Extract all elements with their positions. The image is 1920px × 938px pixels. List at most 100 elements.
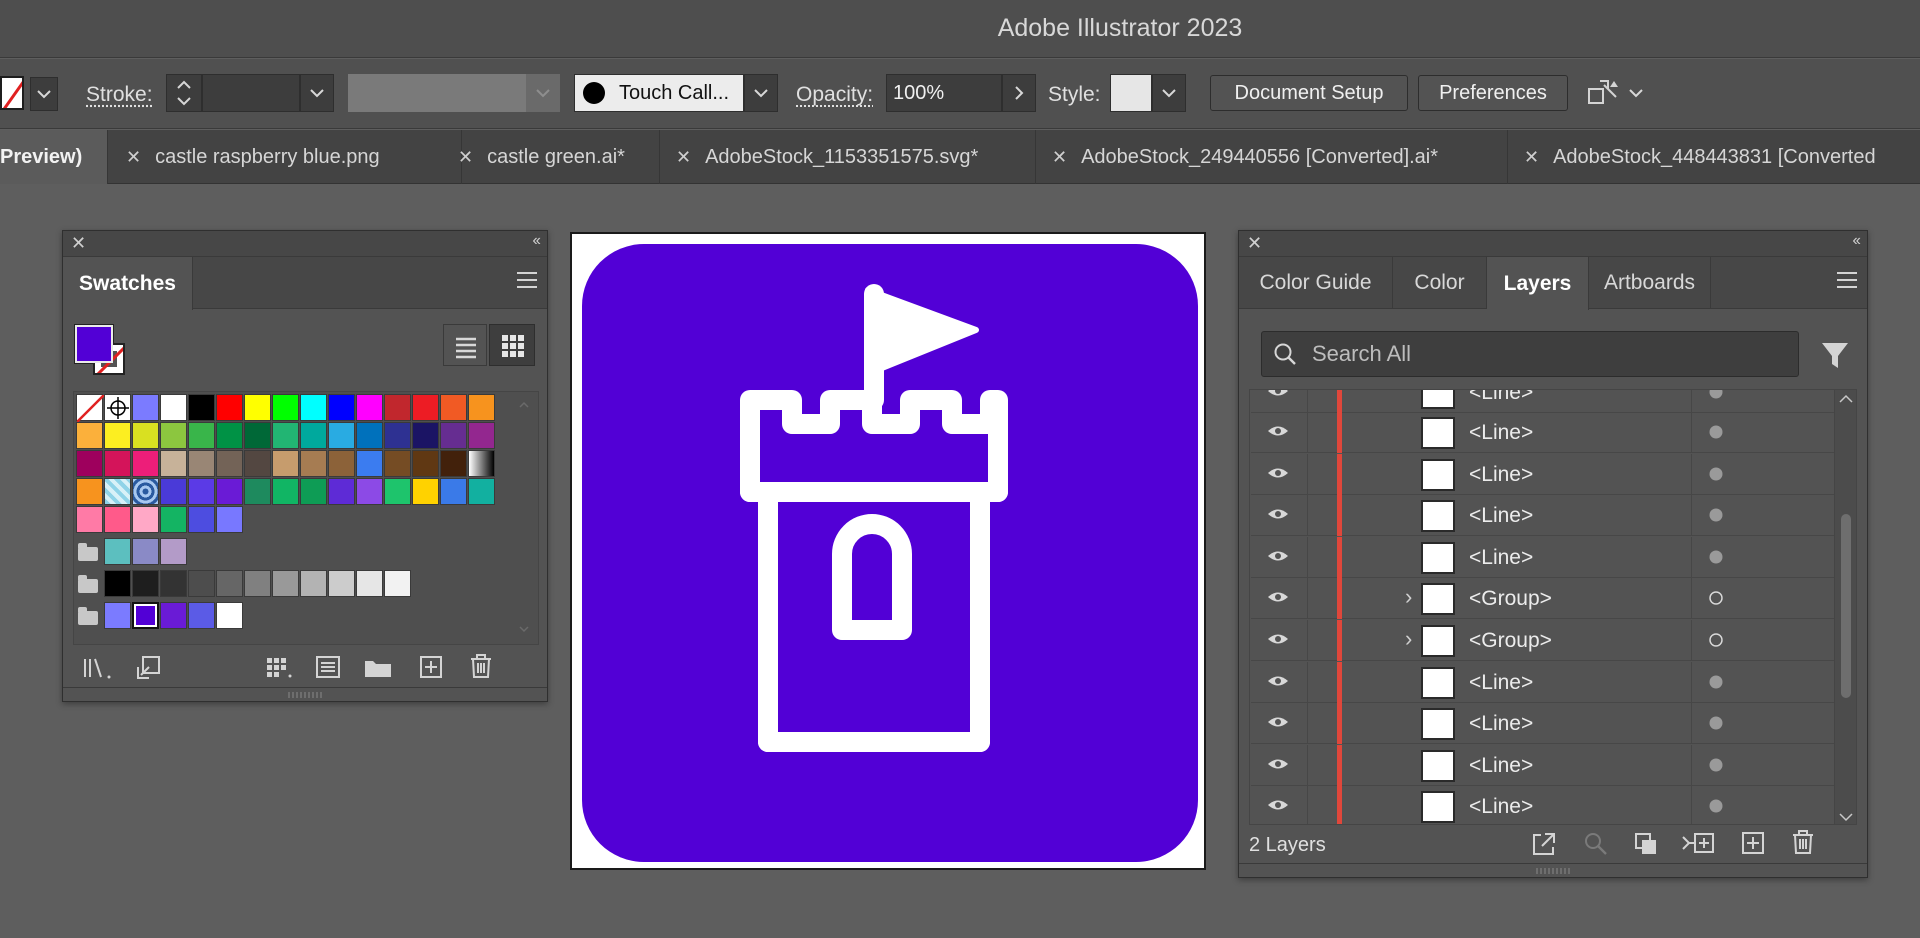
collapse-panel-icon[interactable]: ‹‹ [1852,232,1861,250]
swatch[interactable] [244,450,271,477]
swatch-options-icon[interactable] [315,655,341,679]
swatch[interactable] [160,394,187,421]
stroke-none-swatch[interactable] [0,76,24,110]
layer-name[interactable]: <Line> [1469,504,1533,528]
swatch[interactable] [244,570,271,597]
close-icon[interactable]: ✕ [676,147,691,168]
tab-swatches[interactable]: Swatches [63,257,193,310]
eye-icon[interactable] [1267,798,1289,812]
target-circle-icon[interactable] [1709,633,1723,647]
swatch[interactable] [244,478,271,505]
swatch[interactable] [216,478,243,505]
arrange-documents-dropdown[interactable] [1626,83,1646,103]
layer-row[interactable]: <Line> [1251,536,1835,578]
color-group-folder-icon[interactable] [78,543,98,561]
eye-icon[interactable] [1267,590,1289,604]
swatch[interactable] [216,506,243,533]
close-icon[interactable]: ✕ [458,147,473,168]
layer-row-partial[interactable]: <Line> [1251,389,1835,413]
swatch[interactable] [160,570,187,597]
swatch[interactable] [272,450,299,477]
swatch[interactable] [328,450,355,477]
swatch[interactable] [188,602,215,629]
target-circle-icon[interactable] [1709,389,1723,399]
swatch[interactable] [384,570,411,597]
swatch[interactable] [216,394,243,421]
layers-search-field[interactable]: Search All [1261,331,1799,377]
swatch[interactable] [328,570,355,597]
panel-menu-icon[interactable] [517,272,537,293]
eye-icon[interactable] [1267,674,1289,688]
eye-icon[interactable] [1267,549,1289,563]
stroke-weight-stepper[interactable] [166,74,202,112]
chevron-right-icon[interactable]: › [1405,626,1412,652]
close-icon[interactable]: ✕ [71,233,86,254]
tab-current-document[interactable]: Preview) [0,130,108,184]
tab-castle-raspberry-blue[interactable]: ✕ castle raspberry blue.png [110,130,462,184]
swatch[interactable] [132,422,159,449]
opacity-input[interactable]: 100% [886,74,1002,112]
color-group-folder-icon[interactable] [78,575,98,593]
new-sublayer-icon[interactable] [1681,831,1715,857]
swatch[interactable] [132,506,159,533]
eye-icon[interactable] [1267,715,1289,729]
swatch[interactable] [440,478,467,505]
brush-dropdown[interactable] [744,74,778,112]
swatch[interactable] [468,478,495,505]
new-swatch-icon[interactable] [419,655,443,679]
document-setup-button[interactable]: Document Setup [1210,75,1408,111]
swatch[interactable] [356,422,383,449]
layer-row[interactable]: <Line> [1251,453,1835,495]
swatch[interactable] [76,478,103,505]
swatch[interactable] [160,602,187,629]
swatch[interactable] [328,422,355,449]
panel-resize-grip[interactable] [1239,863,1867,877]
swatch[interactable] [356,450,383,477]
fill-swatch-indicator-front[interactable] [75,325,113,363]
tab-castle-green[interactable]: ✕ castle green.ai* [442,130,660,184]
swatch-pattern[interactable] [132,478,159,505]
swatch[interactable] [104,570,131,597]
target-circle-icon[interactable] [1709,675,1723,689]
opacity-expand-button[interactable] [1002,74,1036,112]
layer-row[interactable]: › <Group> [1251,578,1835,620]
new-color-group-icon[interactable] [363,655,393,679]
swatch[interactable] [412,450,439,477]
target-circle-icon[interactable] [1709,591,1723,606]
collapse-panel-icon[interactable]: ‹‹ [532,232,541,250]
swatch[interactable] [468,422,495,449]
trash-icon[interactable] [469,653,493,679]
layer-row[interactable]: <Line> [1251,744,1835,786]
layer-name[interactable]: <Group> [1469,629,1552,653]
artboard[interactable] [570,232,1206,870]
layer-row[interactable]: <Line> [1251,412,1835,453]
tab-layers[interactable]: Layers [1487,257,1589,310]
brush-definition[interactable]: Touch Call... [574,74,744,112]
layer-row[interactable]: <Line> [1251,703,1835,745]
swatch[interactable] [356,394,383,421]
filter-icon[interactable] [1821,341,1849,371]
swatch[interactable] [384,422,411,449]
arrange-documents-icon[interactable] [1586,77,1622,111]
graphic-style-dropdown[interactable] [1152,74,1186,112]
swatch[interactable] [328,478,355,505]
opacity-label[interactable]: Opacity: [796,83,873,107]
swatch[interactable] [272,570,299,597]
eye-icon[interactable] [1267,389,1289,398]
layers-scrollbar[interactable] [1834,390,1856,824]
swatch[interactable] [384,394,411,421]
layer-name[interactable]: <Line> [1469,421,1533,445]
list-view-button[interactable] [443,324,487,366]
eye-icon[interactable] [1267,632,1289,646]
preferences-button[interactable]: Preferences [1418,75,1568,111]
swatch[interactable] [272,394,299,421]
swatch[interactable] [272,422,299,449]
swatch[interactable] [160,478,187,505]
swatch[interactable] [104,422,131,449]
swatch[interactable] [188,450,215,477]
swatch[interactable] [132,450,159,477]
swatch[interactable] [300,570,327,597]
swatch[interactable] [440,394,467,421]
swatch[interactable] [356,570,383,597]
close-icon[interactable]: ✕ [1247,233,1262,254]
